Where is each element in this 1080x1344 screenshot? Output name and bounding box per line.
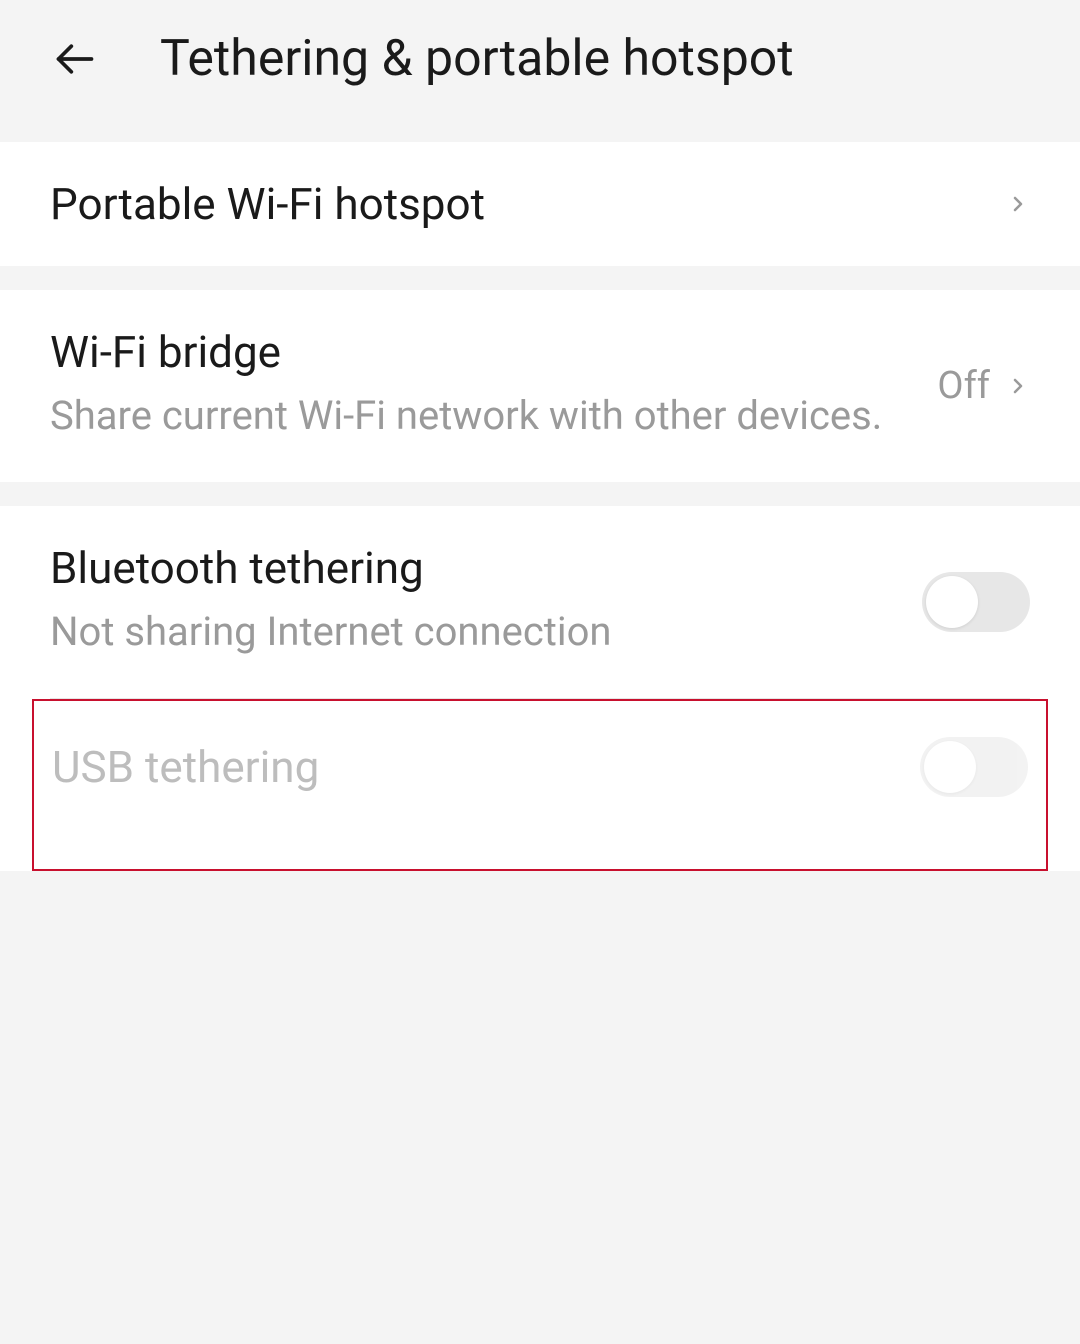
setting-text: Wi-Fi bridge Share current Wi-Fi network…	[50, 326, 937, 446]
setting-value: Off	[937, 364, 990, 408]
header: Tethering & portable hotspot	[0, 0, 1080, 118]
setting-trail	[922, 572, 1030, 632]
usb-tethering-toggle	[920, 737, 1028, 797]
setting-subtitle: Not sharing Internet connection	[50, 602, 922, 662]
tethering-group: Bluetooth tethering Not sharing Internet…	[0, 506, 1080, 871]
wifi-bridge-item[interactable]: Wi-Fi bridge Share current Wi-Fi network…	[0, 290, 1080, 482]
back-button[interactable]	[50, 34, 100, 84]
setting-title: USB tethering	[52, 741, 920, 793]
setting-trail	[920, 737, 1028, 797]
setting-title: Bluetooth tethering	[50, 542, 922, 594]
page-title: Tethering & portable hotspot	[160, 30, 794, 88]
portable-wifi-hotspot-item[interactable]: Portable Wi-Fi hotspot	[0, 142, 1080, 266]
arrow-left-icon	[53, 37, 97, 81]
setting-text: USB tethering	[52, 741, 920, 793]
toggle-knob	[924, 741, 976, 793]
bluetooth-tethering-toggle[interactable]	[922, 572, 1030, 632]
setting-text: Bluetooth tethering Not sharing Internet…	[50, 542, 922, 662]
chevron-right-icon	[1006, 374, 1030, 398]
toggle-knob	[926, 576, 978, 628]
settings-list: Portable Wi-Fi hotspot Wi-Fi bridge Shar…	[0, 118, 1080, 871]
setting-subtitle: Share current Wi-Fi network with other d…	[50, 386, 937, 446]
setting-title: Wi-Fi bridge	[50, 326, 937, 378]
chevron-right-icon	[1006, 192, 1030, 216]
bluetooth-tethering-item[interactable]: Bluetooth tethering Not sharing Internet…	[0, 506, 1080, 698]
setting-title: Portable Wi-Fi hotspot	[50, 178, 1006, 230]
setting-trail: Off	[937, 364, 1030, 408]
setting-text: Portable Wi-Fi hotspot	[50, 178, 1006, 230]
usb-tethering-item: USB tethering	[34, 701, 1046, 869]
highlight-annotation: USB tethering	[32, 699, 1048, 871]
setting-trail	[1006, 192, 1030, 216]
